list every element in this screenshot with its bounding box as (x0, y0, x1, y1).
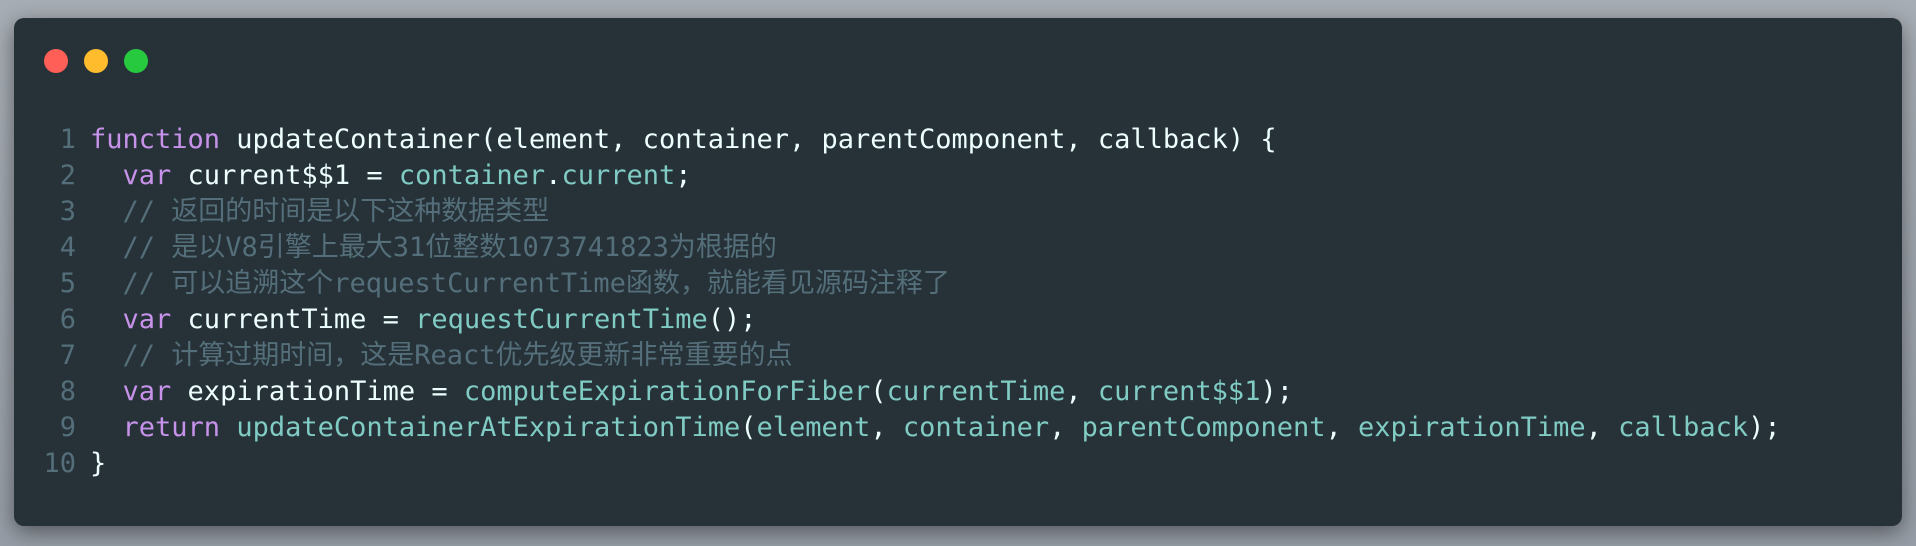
code-text: // 可以追溯这个requestCurrentTime函数，就能看见源码注释了 (90, 266, 950, 302)
line-number: 5 (59, 268, 76, 299)
code-text: // 返回的时间是以下这种数据类型 (90, 194, 550, 230)
code-line: 10} (14, 446, 1902, 482)
code-token: expirationTime = (171, 376, 464, 407)
line-number: 9 (59, 412, 76, 443)
line-number: 7 (59, 340, 76, 371)
code-token: callback (1618, 412, 1749, 443)
code-token: ( (740, 412, 757, 443)
code-text: return updateContainerAtExpirationTime(e… (90, 410, 1781, 446)
code-token: ); (1260, 376, 1293, 407)
code-block: 1 function updateContainer(element, conta… (14, 122, 1902, 482)
code-token: currentTime = (171, 304, 416, 335)
code-text: } (90, 446, 106, 482)
code-token: var (122, 304, 172, 335)
code-token: , (1585, 412, 1619, 443)
code-token: current$$1 = (171, 160, 399, 191)
code-text: // 是以V8引擎上最大31位整数1073741823为根据的 (90, 230, 777, 266)
code-token: . (545, 160, 562, 191)
code-line: 2 var current$$1 = container.current; (14, 158, 1902, 194)
maximize-button[interactable] (124, 49, 148, 73)
line-number: 3 (59, 196, 76, 227)
code-line: 9 return updateContainerAtExpirationTime… (14, 410, 1902, 446)
code-comment: // 计算过期时间，这是React优先级更新非常重要的点 (90, 340, 793, 371)
code-token: , (1325, 412, 1359, 443)
code-token: var (122, 160, 172, 191)
code-token: updateContainerAtExpirationTime (236, 412, 741, 443)
code-token: ; (675, 160, 692, 191)
code-text: function updateContainer(element, contai… (90, 122, 1277, 158)
code-line: 4 // 是以V8引擎上最大31位整数1073741823为根据的 (14, 230, 1902, 266)
line-number: 1 (59, 124, 76, 155)
code-text: // 计算过期时间，这是React优先级更新非常重要的点 (90, 338, 793, 374)
line-number: 8 (59, 376, 76, 407)
code-text: var currentTime = requestCurrentTime(); (90, 302, 757, 338)
code-token: computeExpirationForFiber (463, 376, 871, 407)
code-token: } (90, 448, 107, 479)
code-text: var current$$1 = container.current; (90, 158, 692, 194)
code-line: 1 function updateContainer(element, conta… (14, 122, 1902, 158)
code-token: parentComponent (1081, 412, 1326, 443)
code-token: updateContainer(element, container, pare… (220, 124, 1277, 155)
line-number: 10 (43, 448, 76, 479)
code-window: 1 function updateContainer(element, conta… (14, 18, 1902, 526)
code-token: (); (707, 304, 757, 335)
code-token: container (902, 412, 1050, 443)
code-token: , (1049, 412, 1082, 443)
code-token: var (122, 376, 172, 407)
code-token: , (1065, 376, 1098, 407)
line-number: 6 (59, 304, 76, 335)
close-button[interactable] (44, 49, 68, 73)
line-number: 4 (59, 232, 76, 263)
code-line: 8 var expirationTime = computeExpiration… (14, 374, 1902, 410)
code-line: 3 // 返回的时间是以下这种数据类型 (14, 194, 1902, 230)
code-comment: // 是以V8引擎上最大31位整数1073741823为根据的 (90, 232, 777, 263)
window-controls (44, 49, 148, 73)
code-token: ( (870, 376, 887, 407)
code-token: ); (1748, 412, 1781, 443)
code-token: expirationTime (1358, 412, 1586, 443)
code-line: 7 // 计算过期时间，这是React优先级更新非常重要的点 (14, 338, 1902, 374)
code-token: return (122, 412, 221, 443)
code-token: container (398, 160, 546, 191)
code-line: 5 // 可以追溯这个requestCurrentTime函数，就能看见源码注释… (14, 266, 1902, 302)
code-token: current$$1 (1097, 376, 1261, 407)
code-comment: // 返回的时间是以下这种数据类型 (90, 196, 550, 227)
code-token: , (870, 412, 903, 443)
code-token: current (561, 160, 676, 191)
code-token: requestCurrentTime (415, 304, 708, 335)
code-token: element (756, 412, 871, 443)
code-token: currentTime (886, 376, 1066, 407)
code-line: 6 var currentTime = requestCurrentTime()… (14, 302, 1902, 338)
minimize-button[interactable] (84, 49, 108, 73)
code-comment: // 可以追溯这个requestCurrentTime函数，就能看见源码注释了 (90, 268, 950, 299)
code-token: function (90, 124, 221, 155)
line-number: 2 (59, 160, 76, 191)
code-text: var expirationTime = computeExpirationFo… (90, 374, 1293, 410)
